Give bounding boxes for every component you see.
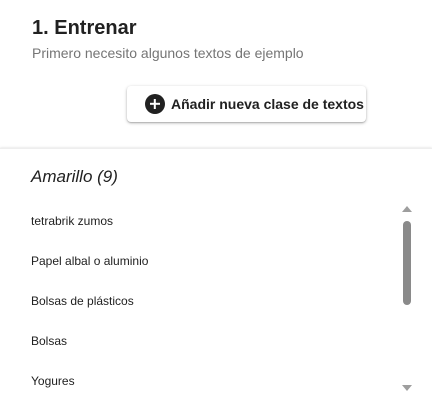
list-item[interactable]: Bolsas de plásticos	[0, 281, 400, 321]
scroll-up-arrow-icon[interactable]	[402, 206, 412, 212]
list-item[interactable]: Papel albal o aluminio	[0, 241, 400, 281]
list-item[interactable]: tetrabrik zumos	[0, 201, 400, 241]
section-title: 1. Entrenar	[32, 17, 137, 39]
class-title[interactable]: Amarillo (9)	[31, 167, 118, 187]
list-item[interactable]: Yogures	[0, 361, 400, 401]
scroll-thumb[interactable]	[403, 221, 411, 305]
list-item[interactable]: Bolsas	[0, 321, 400, 361]
section-subtitle: Primero necesito algunos textos de ejemp…	[32, 45, 304, 61]
add-text-class-button[interactable]: Añadir nueva clase de textos	[127, 86, 366, 122]
scroll-down-arrow-icon[interactable]	[402, 385, 412, 391]
training-text-list: tetrabrik zumos Papel albal o aluminio B…	[0, 201, 400, 401]
list-scrollbar[interactable]	[399, 203, 415, 391]
text-class-card: Amarillo (9) tetrabrik zumos Papel albal…	[0, 148, 432, 415]
add-text-class-label: Añadir nueva clase de textos	[171, 96, 364, 112]
train-page: 1. Entrenar Primero necesito algunos tex…	[0, 0, 432, 415]
plus-circle-icon	[145, 94, 165, 114]
